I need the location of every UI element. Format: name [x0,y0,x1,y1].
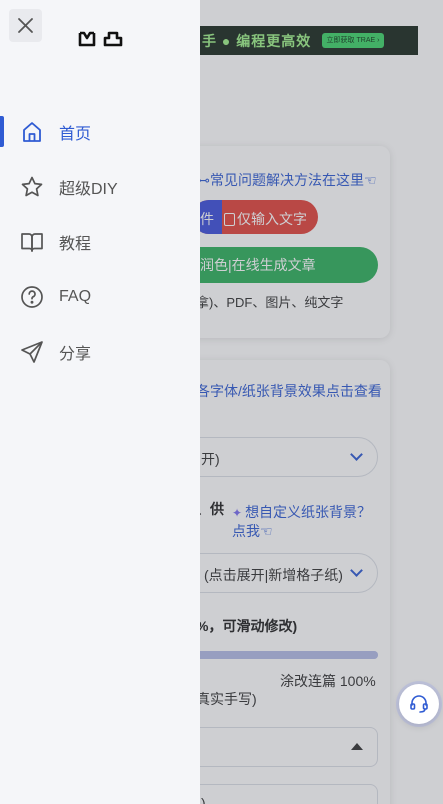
side-drawer: 首页 超级DIY 教程 FAQ 分享 [0,0,200,804]
nav-item-home[interactable]: 首页 [0,104,200,159]
nav-item-label: FAQ [59,287,92,305]
nav-item-share[interactable]: 分享 [0,324,200,379]
star-icon [20,175,44,199]
drawer-nav: 首页 超级DIY 教程 FAQ 分享 [0,104,200,379]
close-icon [18,18,33,33]
send-icon [20,340,44,364]
active-indicator [0,116,4,147]
nav-item-faq[interactable]: FAQ [0,269,200,324]
book-icon [20,230,44,254]
nav-item-label: 教程 [59,235,92,253]
home-icon [20,120,44,144]
nav-item-label: 超级DIY [59,180,118,198]
nav-item-tutorial[interactable]: 教程 [0,214,200,269]
question-icon [20,285,44,309]
headset-icon [410,695,428,713]
customer-support-button[interactable] [399,684,439,724]
nav-item-super-diy[interactable]: 超级DIY [0,159,200,214]
nav-item-label: 分享 [59,345,92,363]
close-button[interactable] [9,9,42,42]
logo-icon [78,31,123,47]
nav-item-label: 首页 [59,125,92,143]
